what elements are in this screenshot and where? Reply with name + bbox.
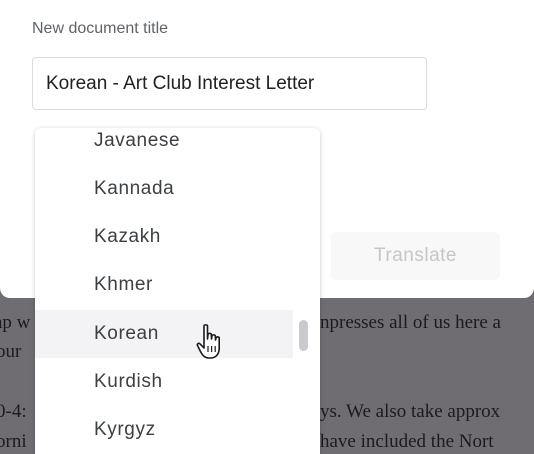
language-option-korean[interactable]: Korean bbox=[35, 310, 293, 358]
doc-text-line: have included the Nort bbox=[320, 431, 494, 452]
doc-text-line: npresses all of us here a bbox=[320, 312, 501, 333]
doc-text-line: our bbox=[0, 341, 22, 362]
new-document-title-input[interactable] bbox=[32, 57, 427, 110]
language-option-kurdish[interactable]: Kurdish bbox=[35, 358, 293, 406]
language-dropdown-list[interactable]: Javanese Kannada Kazakh Khmer Korean Kur… bbox=[35, 128, 320, 454]
language-option-khmer[interactable]: Khmer bbox=[35, 261, 293, 309]
doc-text-line: ap w bbox=[0, 312, 31, 333]
language-option-javanese[interactable]: Javanese bbox=[35, 128, 293, 165]
doc-text-line: orni bbox=[0, 431, 27, 452]
dropdown-scrollbar-thumb[interactable] bbox=[299, 320, 308, 351]
translate-button[interactable]: Translate bbox=[331, 232, 500, 280]
language-option-kazakh[interactable]: Kazakh bbox=[35, 213, 293, 261]
hand-pointer-cursor-icon bbox=[196, 324, 220, 359]
language-option-kannada[interactable]: Kannada bbox=[35, 165, 293, 213]
doc-text-line: 0-4: bbox=[0, 401, 27, 422]
language-option-kyrgyz[interactable]: Kyrgyz bbox=[35, 406, 293, 454]
doc-text-line: ys. We also take approx bbox=[320, 401, 501, 422]
new-document-title-label: New document title bbox=[32, 20, 169, 37]
